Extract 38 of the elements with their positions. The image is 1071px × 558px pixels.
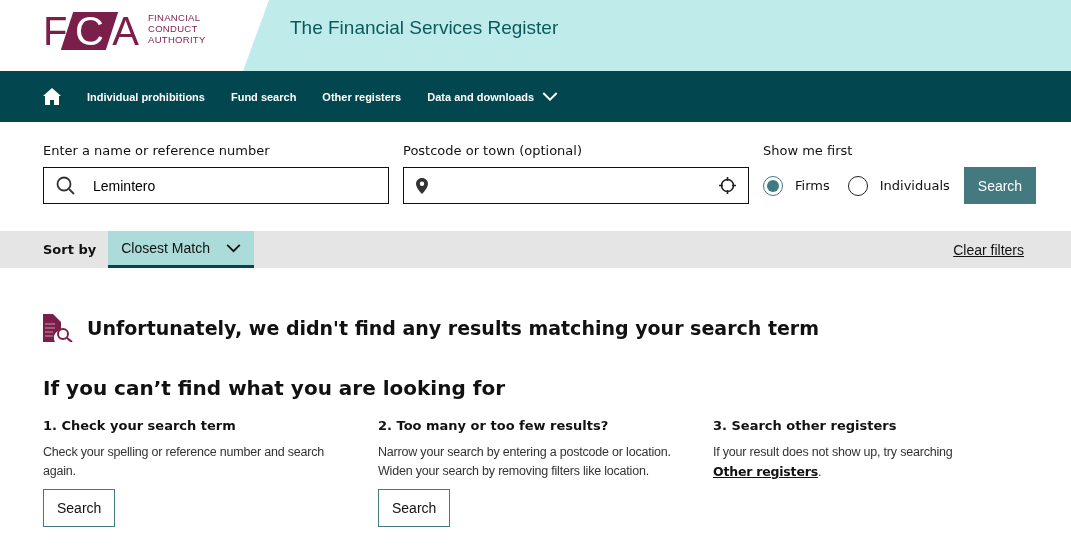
search-button[interactable]: Search — [378, 489, 451, 527]
clear-filters-link[interactable]: Clear filters — [953, 241, 1024, 258]
search-button[interactable]: Search — [43, 489, 116, 527]
no-results-message: Unfortunately, we didn't find any results matching your search term — [87, 317, 820, 339]
home-icon[interactable] — [43, 88, 61, 105]
location-field[interactable] — [403, 167, 749, 204]
field-label: Enter a name or reference number — [43, 143, 271, 158]
other-registers-link[interactable]: Other registers — [713, 464, 818, 479]
site-title: The Financial Services Register — [290, 16, 559, 39]
help-text: Check your spelling or reference number and search again. — [43, 444, 326, 480]
logo-name: FINANCIAL CONDUCT AUTHORITY — [148, 12, 206, 45]
help-heading: 2. Too many or too few results? — [378, 418, 609, 433]
radio-option[interactable]: Firms — [763, 175, 830, 196]
nav-link[interactable]: Other registers — [322, 90, 402, 103]
radio-option[interactable]: Individuals — [847, 175, 950, 196]
search-field[interactable]: Lemintero — [43, 167, 389, 204]
nav-link[interactable]: Data and downloads — [427, 90, 559, 103]
search-input[interactable]: Lemintero — [91, 168, 376, 203]
sort-label: Sort by — [43, 242, 97, 257]
crosshair-icon[interactable] — [719, 177, 736, 194]
field-label: Show me first — [763, 143, 854, 158]
help-heading: 3. Search other registers — [713, 418, 897, 433]
nav-link[interactable]: Individual prohibitions — [87, 90, 205, 103]
field-label: Postcode or town (optional) — [403, 143, 583, 158]
search-icon — [56, 176, 75, 195]
search-button[interactable]: Search — [963, 167, 1037, 204]
document-search-icon — [43, 314, 73, 342]
nav-link[interactable]: Fund search — [230, 90, 297, 103]
help-text: Narrow your search by entering a postcode or location. Widen your search by removing filters like location. — [378, 444, 672, 480]
radio-label: Individuals — [879, 178, 950, 193]
radio-label: Firms — [795, 178, 830, 193]
help-heading: 1. Check your search term — [43, 418, 236, 433]
sort-dropdown[interactable]: Closest Match — [108, 231, 254, 268]
map-pin-icon — [416, 177, 428, 194]
help-text: If your result does not show up, try searching Other registers. — [713, 444, 954, 481]
chevron-down-icon — [225, 243, 241, 253]
logo-mark: F C A — [43, 12, 139, 50]
help-title: If you can’t find what you are looking for — [43, 376, 507, 400]
